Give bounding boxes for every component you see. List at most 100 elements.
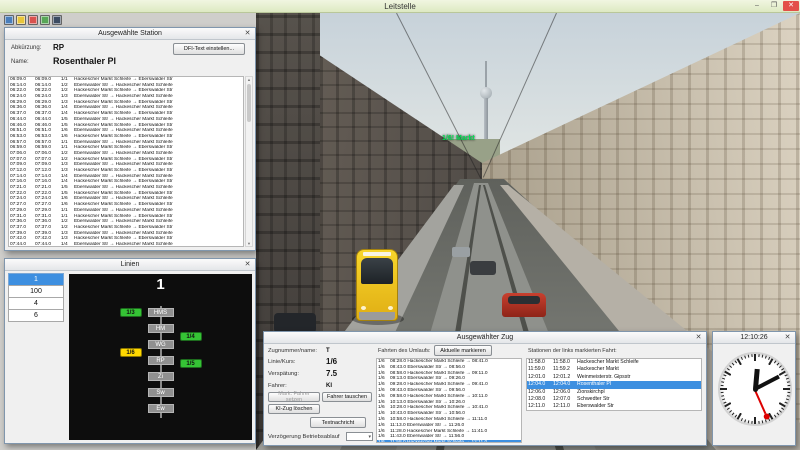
station-name: Eberswalder Str [577, 403, 701, 410]
lines-window-title: Linien [121, 261, 140, 268]
line-kurs-label: Linie/Kurs: [268, 359, 295, 365]
mark-current-button[interactable]: Aktuelle markieren [434, 345, 492, 356]
set-marked-driver-button[interactable]: Mark. Fahrer setzen [268, 392, 320, 402]
stop-HM[interactable]: HM [148, 324, 174, 333]
train-number-value: T [326, 348, 330, 354]
toolbar [4, 15, 62, 25]
maximize-icon[interactable]: ❐ [766, 1, 782, 11]
stop-Ew[interactable]: Ew [148, 404, 174, 413]
station-window-title: Ausgewählte Station [98, 30, 162, 37]
arrive-actual: 11:59.2 [552, 366, 577, 373]
trips-header: Fahrten des Umlaufs: [378, 348, 431, 354]
trip-station-row[interactable]: 12:01.012:01.2Weinmeisterstr. Gipsstr [527, 374, 701, 381]
station-window: Ausgewählte Station ✕ Abkürzung: RP DFI-… [4, 27, 256, 251]
trip-station-row[interactable]: 12:11.012:11.0Eberswalder Str [527, 403, 701, 410]
trip-station-row[interactable]: 11:58.011:58.0Hackescher Markt Schleife [527, 359, 701, 366]
trip-station-row[interactable]: 12:06.012:06.0Zionskirchpl [527, 389, 701, 396]
station-window-icon[interactable] [4, 15, 14, 25]
scroll-down-icon[interactable]: ▼ [246, 241, 252, 246]
train-window-icon[interactable] [28, 15, 38, 25]
arrive-actual: 12:07.0 [552, 396, 577, 403]
parked-car [274, 313, 316, 333]
timetable-row[interactable]: 07:44.007:44.01/4Eberswalder Str → Hacke… [9, 242, 243, 247]
delay-value: 7.5 [326, 369, 337, 378]
train-badge-1-5[interactable]: 1/5 [180, 359, 202, 368]
train-number-label: Zugnummer/name: [268, 348, 317, 354]
trip-stations-list[interactable]: 11:58.011:58.0Hackescher Markt Schleife1… [526, 358, 702, 411]
train-badge-1-6[interactable]: 1/6 [120, 348, 142, 357]
line-item-6[interactable]: 6 [8, 309, 64, 322]
arrive-actual: 12:06.0 [552, 389, 577, 396]
stop-WG[interactable]: WG [148, 340, 174, 349]
trip-station-row[interactable]: 12:08.012:07.0Schwedter Str [527, 396, 701, 403]
lines-window: Linien ✕ 110046 1 HMSHMWGRPZiSwEw1/31/41… [4, 258, 256, 444]
abbr-label: Abkürzung: [11, 45, 41, 51]
train-3d-label[interactable]: 1/6! Markt [442, 135, 475, 142]
arrive-actual: 11:58.0 [552, 359, 577, 366]
clock-time-text: 12:10:26 [740, 334, 767, 341]
arrive-planned: 12:06.0 [527, 389, 552, 396]
app-titlebar[interactable]: Leitstelle – ❐ ✕ [0, 0, 800, 13]
trip-row[interactable]: 1/611:58.0 Hackescher Markt Schleife → 1… [377, 440, 521, 443]
map-window-icon[interactable] [40, 15, 50, 25]
clock-face [718, 352, 792, 426]
lines-window-titlebar[interactable]: Linien ✕ [5, 259, 255, 271]
train-window-titlebar[interactable]: Ausgewählter Zug ✕ [264, 332, 706, 344]
lines-close-icon[interactable]: ✕ [241, 260, 254, 269]
train-window-title: Ausgewählter Zug [457, 334, 513, 341]
window-controls: – ❐ ✕ [749, 1, 799, 11]
train-badge-1-4[interactable]: 1/4 [180, 332, 202, 341]
parked-car [452, 247, 470, 257]
stop-Sw[interactable]: Sw [148, 388, 174, 397]
scrollbar-thumb[interactable] [247, 84, 251, 122]
depart-planned: 07:44.0 [9, 242, 35, 247]
arrive-actual: 12:04.0 [552, 381, 577, 388]
clock-window-titlebar[interactable]: 12:10:26 ✕ [713, 332, 795, 344]
lines-window-icon[interactable] [16, 15, 26, 25]
train-badge-1-3[interactable]: 1/3 [120, 308, 142, 317]
train-window: Ausgewählter Zug ✕ Zugnummer/name: T Lin… [263, 331, 707, 446]
close-icon[interactable]: ✕ [783, 1, 799, 11]
app-title: Leitstelle [384, 2, 416, 11]
station-window-titlebar[interactable]: Ausgewählte Station ✕ [5, 28, 255, 40]
parked-car [470, 261, 496, 275]
stop-RP[interactable]: RP [148, 356, 174, 365]
arrive-planned: 12:01.0 [527, 374, 552, 381]
station-close-icon[interactable]: ✕ [241, 29, 254, 38]
train-close-icon[interactable]: ✕ [692, 333, 705, 342]
tram-vehicle[interactable] [356, 249, 398, 321]
text-message-button[interactable]: Textnachricht [310, 417, 366, 428]
delete-ai-train-button[interactable]: KI-Zug löschen [268, 404, 320, 414]
trip-station-row[interactable]: 11:59.011:59.2Hackescher Markt [527, 366, 701, 373]
station-timetable[interactable]: 06:09.006:09.01/1Hackescher Markt Schlei… [8, 76, 244, 247]
driver-label: Fahrer: [268, 383, 287, 389]
operations-delay-dropdown[interactable]: ▾ [346, 432, 373, 441]
name-label: Name: [11, 59, 29, 65]
dfi-text-button[interactable]: DFI-Text einstellen... [173, 43, 245, 55]
trip-kurs: 1/6 [377, 440, 390, 443]
destination: Eberswalder Str → Hackescher Markt Schle… [74, 242, 243, 247]
leitstelle-app: Leitstelle – ❐ ✕ 1/6! Markt [0, 0, 800, 450]
minimize-icon[interactable]: – [749, 1, 765, 11]
swap-driver-button[interactable]: Fahrer tauschen [322, 392, 372, 402]
arrive-planned: 12:08.0 [527, 396, 552, 403]
arrive-planned: 11:58.0 [527, 359, 552, 366]
line-number: 1 [69, 276, 252, 293]
station-name: Rosenthaler Pl [577, 381, 701, 388]
delay-field-label: Verspätung: [268, 371, 299, 377]
scroll-up-icon[interactable]: ▲ [246, 77, 252, 82]
arrive-planned: 12:11.0 [527, 403, 552, 410]
stop-Zi[interactable]: Zi [148, 372, 174, 381]
clock-close-icon[interactable]: ✕ [781, 333, 794, 342]
operations-delay-label: Verzögerung Betriebsablauf [268, 434, 340, 440]
clock-center-cap [753, 387, 758, 392]
stop-HMS[interactable]: HMS [148, 308, 174, 317]
trips-list[interactable]: 1/608:28.0 Hackescher Markt Schleife → 0… [376, 358, 522, 443]
station-name: Weinmeisterstr. Gipsstr [577, 374, 701, 381]
station-name: Rosenthaler Pl [53, 56, 116, 66]
station-scrollbar[interactable]: ▲ ▼ [245, 76, 253, 247]
arrive-planned: 11:59.0 [527, 366, 552, 373]
trip-station-row[interactable]: 12:04.012:04.0Rosenthaler Pl [527, 381, 701, 388]
settings-icon[interactable] [52, 15, 62, 25]
station-name: Schwedter Str [577, 396, 701, 403]
